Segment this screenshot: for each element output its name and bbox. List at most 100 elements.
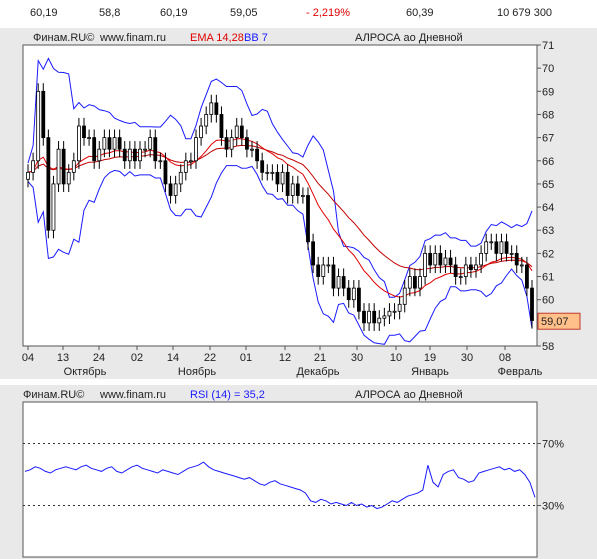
candle-body — [265, 171, 270, 174]
price-plot-area — [22, 44, 538, 347]
candle-body — [178, 171, 183, 185]
candle-body — [392, 310, 397, 313]
candle-body — [168, 183, 173, 196]
candle-body — [326, 264, 331, 267]
candle-body — [122, 148, 127, 162]
price-chart-panel: Финам.RU© www.finam.ru EMA 14,28 BB 7 АЛ… — [0, 28, 597, 379]
x-tick-label: 04 — [22, 352, 34, 364]
candle-body — [530, 287, 534, 321]
candle-body — [199, 125, 203, 139]
last-price-label: 59,07 — [541, 316, 569, 328]
candle-body — [97, 148, 102, 162]
rsi-chart-panel: Финам.RU© www.finam.ru RSI (14) = 35,2 А… — [0, 385, 597, 559]
candle-body — [56, 148, 61, 185]
candle-body — [519, 264, 524, 267]
candle-body — [163, 160, 168, 185]
x-month-label: Декабрь — [297, 366, 340, 378]
x-tick-label: 10 — [390, 352, 402, 364]
candle-body — [66, 171, 71, 185]
candle-body — [397, 303, 402, 312]
rsi-chart: 70% 30% — [22, 401, 564, 558]
candle-body — [474, 264, 478, 270]
candle-body — [285, 171, 290, 196]
candle-body — [234, 125, 239, 139]
x-month-label: Октябрь — [64, 366, 107, 378]
candle-body — [423, 252, 427, 277]
y-tick-label: 70 — [542, 63, 554, 75]
candle-body — [127, 148, 132, 162]
quote-high: 60,39 — [406, 7, 434, 19]
quote-last: 59,05 — [230, 7, 258, 19]
candle-body — [290, 183, 295, 196]
rsi-plot-area — [22, 401, 538, 558]
candle-body — [336, 276, 341, 289]
candle-body — [194, 137, 198, 162]
candle-body — [270, 171, 275, 174]
candle-body — [443, 257, 448, 266]
candle-body — [331, 264, 336, 289]
candle-body — [469, 264, 473, 270]
candle-body — [479, 252, 483, 266]
quote-volume: 10 679 300 — [497, 7, 553, 19]
candle-body — [133, 148, 137, 162]
candle-body — [36, 90, 41, 162]
candle-body — [484, 241, 489, 254]
candle-body — [494, 241, 499, 254]
x-tick-label: 12 — [279, 352, 291, 364]
candle-body — [183, 160, 188, 173]
candle-body — [525, 264, 529, 289]
candle-body — [219, 114, 224, 139]
candle-body — [260, 160, 265, 173]
candle-body — [87, 137, 91, 140]
candle-body — [46, 137, 51, 231]
candle-body — [357, 287, 361, 312]
x-tick-label: 01 — [240, 352, 252, 364]
candle-body — [377, 317, 382, 324]
candle-body — [275, 171, 280, 185]
candle-body — [148, 137, 153, 150]
candle-body — [82, 125, 86, 139]
candle-body — [351, 287, 356, 301]
candle-body — [362, 310, 366, 324]
x-tick-label: 22 — [204, 352, 216, 364]
x-tick-label: 21 — [314, 352, 326, 364]
y-tick-label: 58 — [542, 341, 554, 353]
candle-body — [280, 171, 285, 185]
candle-body — [224, 137, 229, 150]
x-tick-label: 13 — [57, 352, 69, 364]
candle-body — [387, 310, 392, 317]
y-tick-label: 64 — [542, 202, 554, 214]
rsi-level-label: 70% — [542, 439, 564, 451]
price-chart: 7170696867666564636261605958041324021422… — [22, 40, 581, 378]
quote-open: 60,19 — [30, 7, 58, 19]
candle-body — [92, 137, 97, 162]
y-tick-label: 65 — [542, 179, 554, 191]
candle-body — [209, 102, 214, 115]
candle-body — [204, 114, 209, 127]
y-tick-label: 63 — [542, 225, 554, 237]
candle-body — [509, 252, 514, 255]
candle-body — [41, 90, 46, 139]
candle-body — [77, 125, 81, 162]
x-month-label: Январь — [411, 366, 449, 378]
candle-body — [61, 148, 66, 185]
y-tick-label: 62 — [542, 248, 554, 260]
candle-body — [321, 264, 326, 277]
x-tick-label: 14 — [167, 352, 179, 364]
candle-body — [458, 276, 463, 278]
y-tick-label: 66 — [542, 156, 554, 168]
candle-body — [428, 252, 433, 266]
candle-body — [71, 160, 76, 173]
candle-body — [311, 241, 315, 266]
candle-body — [255, 148, 259, 162]
candle-body — [453, 264, 458, 277]
candle-body — [499, 241, 504, 254]
candle-body — [189, 160, 193, 163]
candle-body — [402, 287, 407, 305]
x-tick-label: 30 — [461, 352, 473, 364]
y-tick-label: 60 — [542, 295, 554, 307]
candle-body — [463, 264, 468, 277]
candle-body — [341, 276, 346, 289]
candle-body — [301, 195, 305, 197]
candle-body — [433, 252, 438, 266]
